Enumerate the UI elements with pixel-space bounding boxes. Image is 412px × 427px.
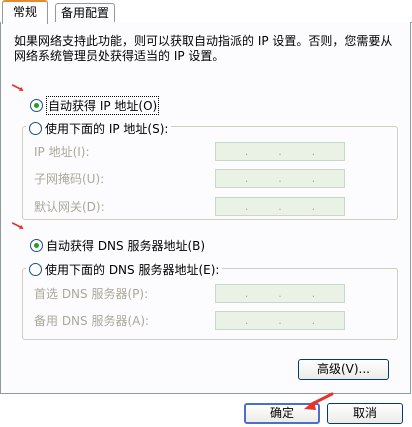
annotation-arrow-ip-icon	[11, 84, 24, 91]
annotation-arrow-ok-icon	[304, 392, 334, 410]
auto-ip-radio[interactable]	[30, 98, 43, 112]
tab-general[interactable]: 常规	[2, 0, 48, 24]
preferred-dns-label: 首选 DNS 服务器(P):	[34, 287, 149, 301]
default-gateway-label: 默认网关(D):	[34, 200, 105, 214]
description-text: 如果网络支持此功能，则可以获取自动指派的 IP 设置。否则，您需要从网络系统管理…	[14, 34, 393, 63]
auto-ip-label: 自动获得 IP 地址(O)	[46, 95, 160, 115]
manual-ip-radio[interactable]	[29, 121, 42, 135]
tab-alternate-config[interactable]: 备用配置	[55, 3, 115, 22]
preferred-dns-field[interactable]: ...	[215, 284, 345, 303]
manual-ip-label: 使用下面的 IP 地址(S):	[45, 121, 169, 136]
ip-address-label: IP 地址(I):	[34, 145, 90, 159]
subnet-mask-label: 子网掩码(U):	[34, 172, 105, 186]
ip-address-field[interactable]: ...	[215, 142, 345, 161]
annotation-arrow-dns-icon	[11, 222, 24, 229]
auto-dns-radio[interactable]	[30, 238, 43, 252]
alternate-dns-label: 备用 DNS 服务器(A):	[34, 314, 150, 328]
auto-ip-option[interactable]: 自动获得 IP 地址(O)	[30, 95, 160, 115]
auto-dns-label: 自动获得 DNS 服务器地址(B)	[46, 238, 206, 253]
manual-ip-option[interactable]: 使用下面的 IP 地址(S):	[26, 119, 172, 137]
default-gateway-field[interactable]: ...	[215, 197, 345, 216]
manual-dns-option[interactable]: 使用下面的 DNS 服务器地址(E):	[26, 260, 223, 278]
auto-dns-option[interactable]: 自动获得 DNS 服务器地址(B)	[30, 236, 205, 254]
subnet-mask-field[interactable]: ...	[215, 169, 345, 188]
alternate-dns-field[interactable]: ...	[215, 311, 345, 330]
cancel-button[interactable]: 取消	[327, 403, 403, 424]
manual-dns-label: 使用下面的 DNS 服务器地址(E):	[45, 262, 220, 277]
manual-dns-radio[interactable]	[29, 262, 42, 276]
advanced-button[interactable]: 高级(V)...	[298, 359, 389, 380]
